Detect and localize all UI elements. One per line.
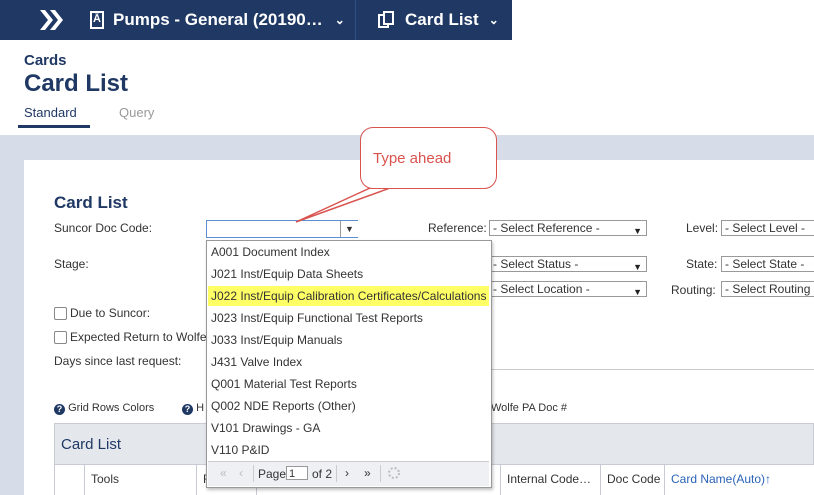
location-value: - Select Location - [493, 282, 590, 296]
dropdown-option[interactable]: Q001 Material Test Reports [208, 374, 489, 394]
of-pages-label: of 2 [312, 467, 333, 481]
expected-return-checkbox[interactable] [54, 331, 67, 344]
grid-title: Card List [61, 436, 122, 453]
divider [336, 465, 337, 482]
divider [380, 465, 381, 482]
h-option[interactable]: ? H [182, 402, 204, 415]
status-select[interactable]: - Select Status - ▼ [489, 256, 647, 272]
column-internal-code[interactable]: Internal Code… [501, 465, 601, 495]
state-label: State: [686, 257, 718, 271]
days-label: Days since last request: [54, 354, 182, 368]
first-page-icon[interactable]: « [220, 466, 227, 480]
dropdown-option[interactable]: A001 Document Index [208, 242, 489, 262]
double-chevron-icon [40, 10, 63, 30]
project-name: Pumps - General (20190… [113, 10, 323, 29]
dropdown-option[interactable]: J021 Inst/Equip Data Sheets [208, 264, 489, 284]
due-to-suncor-label: Due to Suncor: [70, 306, 151, 320]
topbar-blank [512, 0, 814, 40]
level-label: Level: [686, 221, 719, 235]
grid-rows-colors-option[interactable]: ? Grid Rows Colors [54, 402, 154, 415]
prev-page-icon[interactable]: ‹ [239, 466, 243, 480]
stage-label: Stage: [54, 257, 89, 271]
wolfe-doc-label: Wolfe PA Doc # [491, 402, 568, 414]
reference-select[interactable]: - Select Reference - ▼ [489, 220, 647, 236]
tab-standard[interactable]: Standard [24, 105, 77, 120]
separator-icon [80, 0, 90, 40]
last-page-icon[interactable]: » [364, 466, 371, 480]
caret-down-icon: ▼ [633, 287, 642, 297]
dropdown-option[interactable]: J023 Inst/Equip Functional Test Reports [208, 308, 489, 328]
dropdown-option-highlighted[interactable]: J022 Inst/Equip Calibration Certificates… [208, 286, 489, 306]
chevron-down-icon: ⌄ [488, 13, 499, 27]
state-value: - Select State - [725, 257, 805, 271]
dropdown-pager: « ‹ Page 1 of 2 › » [208, 461, 489, 486]
caret-down-icon: ▼ [633, 226, 642, 236]
question-icon: ? [54, 404, 65, 415]
location-select[interactable]: - Select Location - ▼ [489, 281, 647, 297]
h-label: H [196, 402, 205, 414]
callout-text: Type ahead [373, 150, 452, 167]
column-card-name[interactable]: Card Name(Auto)↑ [665, 465, 814, 495]
copy-icon [378, 11, 396, 29]
page-title: Card List [24, 70, 129, 97]
grid-rows-colors-label: Grid Rows Colors [68, 402, 155, 414]
chevron-down-icon: ⌄ [334, 13, 345, 27]
divider [253, 465, 254, 482]
divider [355, 0, 356, 40]
separator-icon [502, 0, 512, 40]
top-nav-bar: Å Pumps - General (20190… ⌄ Card List ⌄ [0, 0, 814, 40]
doc-code-label: Suncor Doc Code: [54, 221, 153, 235]
due-to-suncor-checkbox[interactable] [54, 307, 67, 320]
expected-return-label: Expected Return to Wolfe [70, 330, 206, 344]
panel-title: Card List [54, 193, 128, 212]
state-select[interactable]: - Select State - [721, 256, 814, 272]
next-page-icon[interactable]: › [345, 466, 349, 480]
tab-query[interactable]: Query [119, 105, 154, 120]
dropdown-option[interactable]: V110 P&ID [208, 440, 489, 460]
routing-select[interactable]: - Select Routing - [721, 281, 814, 297]
dropdown-option[interactable]: V101 Drawings - GA [208, 418, 489, 438]
routing-value: - Select Routing - [725, 282, 814, 296]
active-tab-indicator [18, 125, 90, 128]
level-value: - Select Level - [725, 221, 806, 235]
column-doc-code[interactable]: Doc Code [601, 465, 665, 495]
doc-code-dropdown: A001 Document Index J021 Inst/Equip Data… [206, 240, 492, 488]
dropdown-option[interactable]: J431 Valve Index [208, 352, 489, 372]
reference-label: Reference: [428, 221, 487, 235]
type-ahead-callout: Type ahead [360, 127, 497, 189]
reference-value: - Select Reference - [493, 221, 600, 235]
column-tools[interactable]: Tools [85, 465, 197, 495]
level-select[interactable]: - Select Level - [721, 220, 814, 236]
refresh-icon[interactable] [387, 466, 401, 480]
home-segment[interactable] [0, 0, 80, 40]
breadcrumb[interactable]: Cards [24, 52, 67, 69]
page-input[interactable]: 1 [286, 466, 308, 480]
project-selector[interactable]: Å Pumps - General (20190… ⌄ [90, 0, 355, 40]
dropdown-option[interactable]: Q002 NDE Reports (Other) [208, 396, 489, 416]
days-input[interactable] [489, 353, 814, 370]
question-icon: ? [182, 404, 193, 415]
project-icon: Å [90, 11, 104, 29]
caret-down-icon: ▼ [633, 262, 642, 272]
status-value: - Select Status - [493, 257, 579, 271]
page-label: Page [258, 467, 287, 481]
dropdown-option[interactable]: J033 Inst/Equip Manuals [208, 330, 489, 350]
column-selector[interactable] [55, 465, 85, 495]
routing-label: Routing: [671, 283, 716, 297]
page-name: Card List [405, 10, 479, 29]
page-selector[interactable]: Card List ⌄ [378, 0, 508, 40]
